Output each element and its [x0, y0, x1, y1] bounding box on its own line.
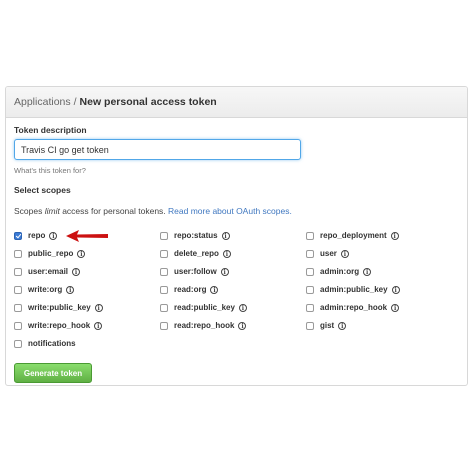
scope-option[interactable]: gist i	[306, 321, 347, 330]
scope-option[interactable]: user:follow i	[160, 267, 229, 276]
scope-option[interactable]: write:public_key i	[14, 303, 103, 312]
scope-checkbox[interactable]	[306, 267, 314, 276]
info-icon[interactable]: i	[49, 231, 58, 240]
info-icon[interactable]: i	[221, 231, 230, 240]
scope-option[interactable]: read:org i	[160, 285, 219, 294]
scope-option[interactable]: read:repo_hook i	[160, 321, 247, 330]
scopes-desc-prefix: Scopes	[14, 206, 45, 216]
scope-checkbox[interactable]	[160, 285, 168, 294]
scope-checkbox[interactable]	[306, 249, 314, 258]
breadcrumb-separator: /	[73, 96, 77, 108]
scope-option[interactable]: admin:repo_hook i	[306, 303, 400, 312]
scope-label: read:repo_hook	[174, 321, 235, 330]
info-icon[interactable]: i	[238, 321, 247, 330]
select-scopes-heading: Select scopes	[14, 185, 71, 195]
scopes-description: Scopes limit access for personal tokens.…	[14, 206, 292, 216]
info-icon[interactable]: i	[77, 249, 86, 258]
scope-option[interactable]: repo i	[14, 231, 58, 240]
breadcrumb: Applications / New personal access token	[6, 87, 467, 118]
info-icon[interactable]: i	[391, 285, 400, 294]
scope-label: user	[320, 249, 337, 258]
info-icon[interactable]: i	[363, 267, 372, 276]
scopes-desc-emphasis: limit	[44, 206, 60, 216]
scope-label: repo_deployment	[320, 231, 387, 240]
scope-label: user:email	[28, 267, 69, 276]
scope-checkbox[interactable]	[160, 231, 168, 240]
scope-label: read:public_key	[174, 303, 235, 312]
scope-label: admin:org	[320, 267, 360, 276]
scope-label: user:follow	[174, 267, 217, 276]
scope-checkbox[interactable]	[306, 285, 314, 294]
scope-label: admin:repo_hook	[320, 303, 388, 312]
scope-checkbox[interactable]	[306, 321, 314, 330]
scope-label: repo:status	[174, 231, 218, 240]
info-icon[interactable]: i	[340, 249, 349, 258]
scope-checkbox[interactable]	[14, 303, 22, 312]
scope-option[interactable]: public_repo i	[14, 249, 86, 258]
info-icon[interactable]: i	[66, 285, 75, 294]
info-icon[interactable]: i	[72, 267, 81, 276]
scope-label: gist	[320, 321, 335, 330]
scope-label: write:public_key	[28, 303, 91, 312]
scope-label: public_repo	[28, 249, 74, 258]
red-arrow-annotation	[66, 230, 108, 242]
token-description-input[interactable]	[14, 139, 301, 160]
info-icon[interactable]: i	[222, 249, 231, 258]
scope-label: repo	[28, 231, 46, 240]
scope-checkbox[interactable]	[14, 249, 22, 258]
generate-token-button[interactable]: Generate token	[14, 363, 92, 383]
scope-option[interactable]: repo_deployment i	[306, 231, 399, 240]
scope-option[interactable]: admin:public_key i	[306, 285, 400, 294]
scope-checkbox[interactable]	[306, 303, 314, 312]
page-title: New personal access token	[79, 96, 217, 108]
scope-label: write:org	[28, 285, 63, 294]
scope-option[interactable]: admin:org i	[306, 267, 372, 276]
info-icon[interactable]: i	[338, 321, 347, 330]
scope-label: write:repo_hook	[28, 321, 91, 330]
scope-checkbox[interactable]	[160, 249, 168, 258]
new-token-panel: Applications / New personal access token T…	[5, 86, 468, 386]
scope-option[interactable]: notifications	[14, 339, 76, 348]
breadcrumb-applications-link[interactable]: Applications	[14, 96, 71, 108]
scope-option[interactable]: write:repo_hook i	[14, 321, 103, 330]
scope-checkbox[interactable]	[160, 267, 168, 276]
info-icon[interactable]: i	[94, 303, 103, 312]
scope-option[interactable]: user i	[306, 249, 349, 258]
info-icon[interactable]: i	[390, 231, 399, 240]
scope-checkbox[interactable]	[160, 303, 168, 312]
scope-label: read:org	[174, 285, 207, 294]
scope-checkbox[interactable]	[14, 339, 22, 348]
scope-checkbox[interactable]	[14, 321, 22, 330]
oauth-scopes-link[interactable]: Read more about OAuth scopes.	[168, 206, 292, 216]
scope-checkbox[interactable]	[14, 231, 22, 240]
scope-checkbox[interactable]	[160, 321, 168, 330]
token-description-hint: What's this token for?	[14, 166, 86, 175]
info-icon[interactable]: i	[94, 321, 103, 330]
scope-label: notifications	[28, 339, 76, 348]
info-icon[interactable]: i	[210, 285, 219, 294]
info-icon[interactable]: i	[220, 267, 229, 276]
info-icon[interactable]: i	[238, 303, 247, 312]
scope-label: admin:public_key	[320, 285, 388, 294]
scope-option[interactable]: delete_repo i	[160, 249, 231, 258]
scopes-desc-middle: access for personal tokens.	[59, 206, 169, 216]
info-icon[interactable]: i	[391, 303, 400, 312]
scope-option[interactable]: repo:status i	[160, 231, 230, 240]
scope-option[interactable]: read:public_key i	[160, 303, 247, 312]
scope-option[interactable]: user:email i	[14, 267, 81, 276]
scope-checkbox[interactable]	[14, 285, 22, 294]
scope-checkbox[interactable]	[14, 267, 22, 276]
scope-checkbox[interactable]	[306, 231, 314, 240]
token-description-label: Token description	[14, 125, 87, 135]
scope-option[interactable]: write:org i	[14, 285, 75, 294]
scope-label: delete_repo	[174, 249, 219, 258]
